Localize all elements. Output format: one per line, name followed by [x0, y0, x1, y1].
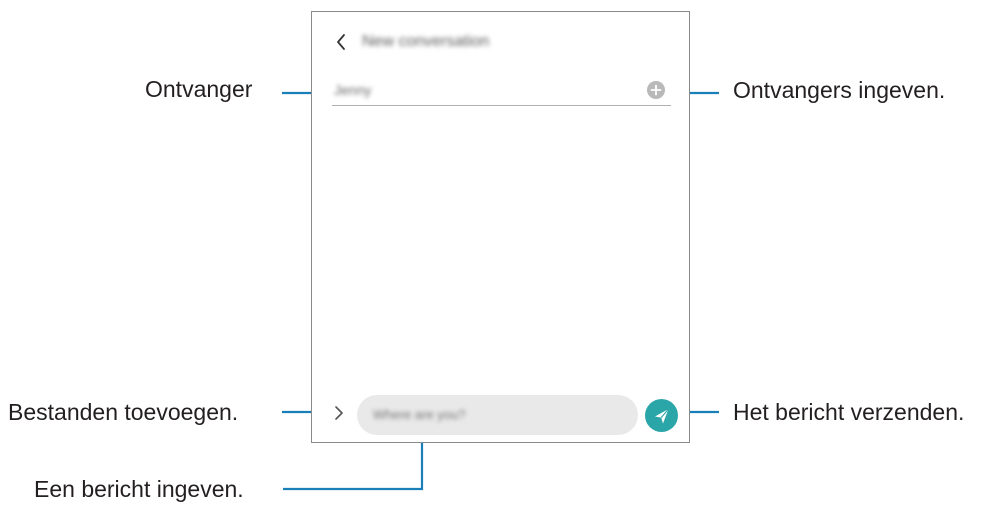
back-button[interactable]: [330, 30, 354, 54]
callout-recipient: Ontvanger: [145, 76, 253, 102]
send-icon: [655, 408, 669, 424]
plus-circle-icon: [650, 84, 662, 96]
recipient-value: Jenny: [334, 82, 372, 98]
message-placeholder: Where are you?: [373, 407, 466, 422]
add-recipient-button[interactable]: [647, 81, 665, 99]
callout-add-recipients: Ontvangers ingeven.: [733, 77, 946, 103]
callout-enter-message: Een bericht ingeven.: [34, 476, 244, 502]
send-button[interactable]: [645, 399, 678, 432]
callout-attach-files: Bestanden toevoegen.: [8, 399, 239, 425]
chevron-right-icon: [335, 406, 343, 420]
message-input[interactable]: Where are you?: [357, 395, 638, 435]
callout-send-message: Het bericht verzenden.: [733, 399, 965, 425]
phone-screen: New conversation Jenny Where are you?: [311, 11, 690, 443]
chevron-left-icon: [337, 34, 345, 50]
conversation-title: New conversation: [362, 33, 490, 50]
recipient-field[interactable]: Jenny: [332, 76, 671, 106]
attach-button[interactable]: [330, 402, 348, 424]
